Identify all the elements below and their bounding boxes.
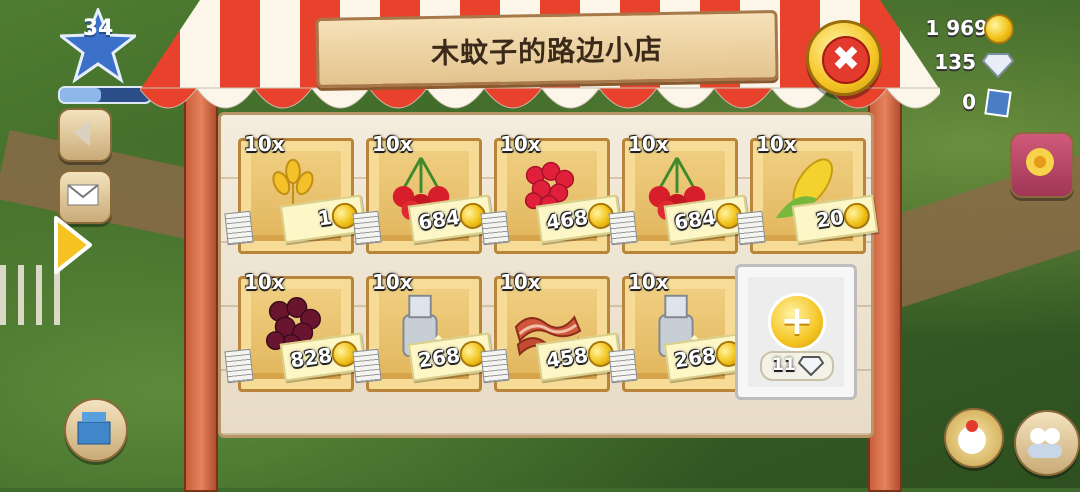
shop-slot[interactable]: 10x 828 (224, 266, 367, 392)
stall-pole-left (184, 80, 218, 492)
item-quantity: 10x (500, 270, 541, 294)
friends-icon (1028, 428, 1062, 458)
newspaper-icon[interactable] (608, 348, 638, 384)
item-quantity: 10x (756, 132, 797, 156)
item-quantity: 10x (244, 132, 285, 156)
voucher-icon (984, 88, 1012, 118)
item-price: 20 (814, 204, 846, 233)
item-price: 684 (672, 204, 718, 235)
item-price: 268 (416, 342, 462, 373)
friends-button[interactable] (1014, 410, 1080, 476)
newspaper-icon[interactable] (480, 348, 510, 384)
diamond-icon (798, 356, 824, 376)
level-number: 34 (82, 16, 114, 41)
chicken-button[interactable] (944, 408, 1004, 468)
item-quantity: 10x (628, 270, 669, 294)
item-quantity: 10x (500, 132, 541, 156)
profile-button[interactable] (1010, 132, 1074, 198)
item-price: 268 (672, 342, 718, 373)
newspaper-icon[interactable] (224, 210, 254, 246)
diamond-count: 135 (934, 50, 976, 74)
play-arrow-icon[interactable] (52, 214, 94, 276)
shop-slot[interactable]: 10x 20 (736, 128, 879, 254)
cash-register-icon (77, 412, 111, 445)
newspaper-icon[interactable] (352, 348, 382, 384)
coin-icon (984, 14, 1014, 44)
quest-button[interactable] (58, 108, 112, 162)
item-quantity: 10x (244, 270, 285, 294)
plus-icon: + (768, 293, 826, 351)
item-price: 828 (288, 342, 334, 373)
cash-register-button[interactable] (64, 398, 128, 462)
xp-bar[interactable] (58, 86, 152, 104)
voucher-count: 0 (962, 90, 976, 114)
shop-title: 木蚊子的路边小店 (430, 32, 664, 71)
item-price: 684 (416, 204, 462, 235)
item-quantity: 10x (372, 270, 413, 294)
item-price: 1 (316, 204, 334, 231)
item-price: 468 (544, 204, 590, 235)
shop-slot[interactable]: 10x 684 (352, 128, 495, 254)
item-quantity: 10x (372, 132, 413, 156)
shop-slot[interactable]: 10x 468 (480, 128, 623, 254)
add-slot-button[interactable]: + 11 (735, 264, 857, 400)
diamond-icon (982, 53, 1014, 78)
close-button[interactable]: ✖ (806, 20, 882, 96)
shop-title-sign: 木蚊子的路边小店 (315, 9, 779, 89)
shop-slot[interactable]: 10x 458 (480, 266, 623, 392)
newspaper-icon[interactable] (352, 210, 382, 246)
coin-icon (842, 201, 872, 231)
slot-cost-value: 11 (772, 355, 796, 375)
newspaper-icon[interactable] (608, 210, 638, 246)
item-price: 458 (544, 342, 590, 373)
arrow-left-icon (74, 120, 90, 146)
xp-fill (60, 88, 101, 102)
flower-icon (1026, 148, 1054, 176)
item-quantity: 10x (628, 132, 669, 156)
shop-slot[interactable]: 10x 268 (352, 266, 495, 392)
newspaper-icon[interactable] (736, 210, 766, 246)
slot-cost-pill: 11 (760, 351, 834, 381)
close-icon: ✖ (822, 36, 870, 84)
shop-slot[interactable]: 10x 268 (608, 266, 751, 392)
shop-slot[interactable]: 10x 684 (608, 128, 751, 254)
chicken-icon (958, 420, 986, 454)
envelope-icon (67, 184, 99, 206)
newspaper-icon[interactable] (224, 348, 254, 384)
newspaper-icon[interactable] (480, 210, 510, 246)
shop-slot[interactable]: 10x 1 (224, 128, 367, 254)
